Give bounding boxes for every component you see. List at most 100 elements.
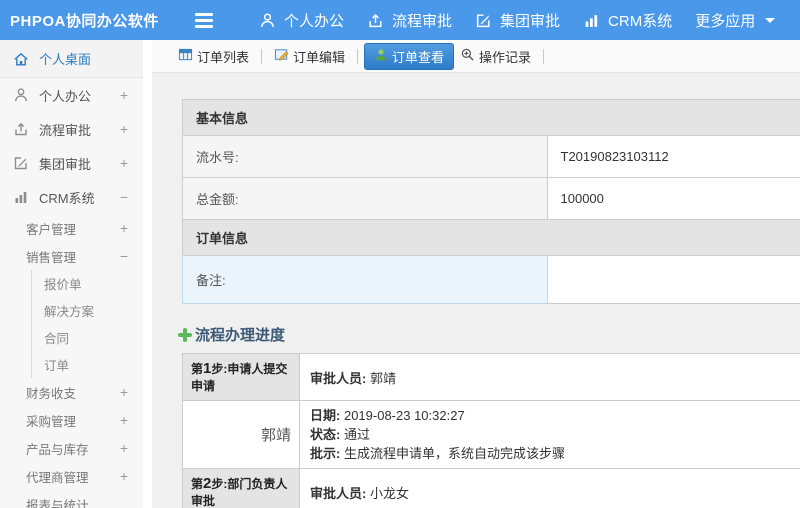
nav-label: 流程审批 xyxy=(392,12,453,30)
sidebar-item-label: 采购管理 xyxy=(26,414,77,429)
sidebar-item-quotation[interactable]: 报价单 xyxy=(32,270,143,297)
sidebar-item-reports-stats[interactable]: 报表与统计 xyxy=(0,490,143,508)
section-header-row: 订单信息 xyxy=(182,219,800,256)
tab-operation-log[interactable]: 操作记录 xyxy=(454,43,537,70)
step-header-row: 第1步:申请人提交申请 审批人员: 郭靖 xyxy=(182,353,800,401)
topnav-personal-office[interactable]: 个人办公 xyxy=(259,10,344,31)
sidebar: 个人桌面 个人办公 + 流程审批 + 集团审批 + CRM系统 − 客户管理 +… xyxy=(0,40,143,508)
caret-down-icon xyxy=(765,17,776,23)
sidebar-item-label: 解决方案 xyxy=(44,305,95,319)
sidebar-divider xyxy=(143,40,152,508)
sidebar-item-solution[interactable]: 解决方案 xyxy=(32,297,143,324)
sidebar-item-group-approval[interactable]: 集团审批 + xyxy=(0,146,143,180)
tab-label: 订单编辑 xyxy=(293,49,346,65)
sidebar-item-label: 产品与库存 xyxy=(26,442,89,457)
tab-label: 操作记录 xyxy=(479,49,532,65)
sidebar-item-label: 集团审批 xyxy=(39,156,92,172)
order-info-table: 基本信息 流水号: T20190823103112 总金额: 100000 订单… xyxy=(182,99,800,304)
topnav-more-apps[interactable]: 更多应用 xyxy=(695,10,776,31)
expand-icon[interactable]: + xyxy=(120,412,128,428)
sidebar-item-label: 报价单 xyxy=(44,278,82,292)
remark-label: 备注: xyxy=(182,255,548,304)
expand-icon[interactable]: + xyxy=(120,155,128,171)
tab-order-edit[interactable]: 订单编辑 xyxy=(268,43,351,70)
flow-approval-icon xyxy=(13,121,30,137)
sidebar-item-finance[interactable]: 财务收支 + xyxy=(0,378,143,406)
sidebar-item-purchase[interactable]: 采购管理 + xyxy=(0,406,143,434)
tab-divider xyxy=(261,48,263,64)
tab-order-list[interactable]: 订单列表 xyxy=(172,43,255,70)
remark-value xyxy=(546,255,800,304)
sidebar-item-label: 代理商管理 xyxy=(26,470,89,485)
sidebar-item-label: CRM系统 xyxy=(39,190,95,206)
topnav-crm[interactable]: CRM系统 xyxy=(583,10,672,31)
expand-icon[interactable]: + xyxy=(120,440,128,456)
sidebar-item-order[interactable]: 订单 xyxy=(32,351,143,378)
sidebar-item-contract[interactable]: 合同 xyxy=(32,324,143,351)
tab-order-view[interactable]: 订单查看 xyxy=(364,42,455,70)
table-row: 备注: xyxy=(182,255,800,304)
topnav-flow-approval[interactable]: 流程审批 xyxy=(367,10,452,31)
section-header-row: 基本信息 xyxy=(182,99,800,136)
collapse-icon[interactable]: − xyxy=(120,248,128,264)
topbar: PHPOA协同办公软件 个人办公 流程审批 集团审批 CRM系统 更多应用 xyxy=(0,0,800,40)
section-title-basic-info: 基本信息 xyxy=(182,99,800,136)
person-icon xyxy=(13,87,30,103)
expand-icon[interactable]: + xyxy=(120,87,128,103)
serial-number-label: 流水号: xyxy=(182,135,548,178)
step-header-row: 第2步:部门负责人审批 审批人员: 小龙女 xyxy=(182,468,800,508)
nav-label: 更多应用 xyxy=(695,12,756,30)
expand-icon[interactable]: + xyxy=(120,384,128,400)
expand-icon[interactable]: + xyxy=(120,121,128,137)
nav-label: CRM系统 xyxy=(608,12,673,30)
step-detail-row: 郭靖 日期: 2019-08-23 10:32:27 状态: 通过 批示: 生成… xyxy=(182,400,800,469)
operation-log-icon xyxy=(460,47,475,65)
top-navigation: 个人办公 流程审批 集团审批 CRM系统 更多应用 xyxy=(259,10,798,31)
order-edit-icon xyxy=(274,47,289,65)
process-progress-title: 流程办理进度 xyxy=(195,327,286,344)
sidebar-item-products-inventory[interactable]: 产品与库存 + xyxy=(0,434,143,462)
sidebar-item-label: 财务收支 xyxy=(26,386,77,401)
collapse-icon[interactable]: − xyxy=(120,189,128,205)
flow-approval-icon xyxy=(367,12,384,29)
app-title: PHPOA协同办公软件 xyxy=(10,12,159,30)
sidebar-item-agent-mgmt[interactable]: 代理商管理 + xyxy=(0,462,143,490)
hamburger-icon[interactable] xyxy=(195,12,217,28)
step-1-detail: 日期: 2019-08-23 10:32:27 状态: 通过 批示: 生成流程申… xyxy=(299,400,800,469)
group-approval-icon xyxy=(13,155,30,171)
sidebar-item-personal-desktop[interactable]: 个人桌面 xyxy=(0,40,143,78)
total-amount-label: 总金额: xyxy=(182,177,548,220)
person-icon xyxy=(259,12,276,29)
topnav-group-approval[interactable]: 集团审批 xyxy=(475,10,560,31)
sidebar-item-customer-mgmt[interactable]: 客户管理 + xyxy=(0,214,143,242)
total-amount-value: 100000 xyxy=(546,177,800,220)
main-area: 订单列表 订单编辑 订单查看 操作记录 基本信息 流水号: T201908231… xyxy=(152,40,800,508)
sidebar-item-label: 订单 xyxy=(44,359,70,373)
sidebar-item-crm[interactable]: CRM系统 − xyxy=(0,180,143,214)
sidebar-item-label: 合同 xyxy=(44,332,70,346)
sidebar-item-flow-approval[interactable]: 流程审批 + xyxy=(0,112,143,146)
process-progress-header[interactable]: 流程办理进度 xyxy=(178,324,800,345)
sales-submenu: 报价单 解决方案 合同 订单 xyxy=(31,270,143,378)
tab-bar: 订单列表 订单编辑 订单查看 操作记录 xyxy=(152,40,800,73)
plus-icon xyxy=(178,327,192,342)
sidebar-item-sales-mgmt[interactable]: 销售管理 − xyxy=(0,242,143,270)
order-list-icon xyxy=(178,47,193,65)
sidebar-item-label: 流程审批 xyxy=(39,122,92,138)
section-title-order-info: 订单信息 xyxy=(182,219,800,256)
sidebar-item-personal-office[interactable]: 个人办公 + xyxy=(0,78,143,112)
sidebar-item-label: 个人办公 xyxy=(39,88,92,104)
expand-icon[interactable]: + xyxy=(120,468,128,484)
tab-divider xyxy=(357,48,359,64)
group-approval-icon xyxy=(475,12,492,29)
nav-label: 个人办公 xyxy=(284,12,345,30)
expand-icon[interactable]: + xyxy=(120,220,128,236)
step-2-approver: 审批人员: 小龙女 xyxy=(299,468,800,508)
tab-label: 订单查看 xyxy=(392,49,445,65)
sidebar-item-label: 报表与统计 xyxy=(26,498,89,508)
crm-chart-icon xyxy=(13,189,30,205)
home-icon xyxy=(13,51,30,67)
order-view-icon xyxy=(374,48,388,65)
sidebar-item-label: 个人桌面 xyxy=(39,52,92,67)
table-row: 流水号: T20190823103112 xyxy=(182,135,800,178)
